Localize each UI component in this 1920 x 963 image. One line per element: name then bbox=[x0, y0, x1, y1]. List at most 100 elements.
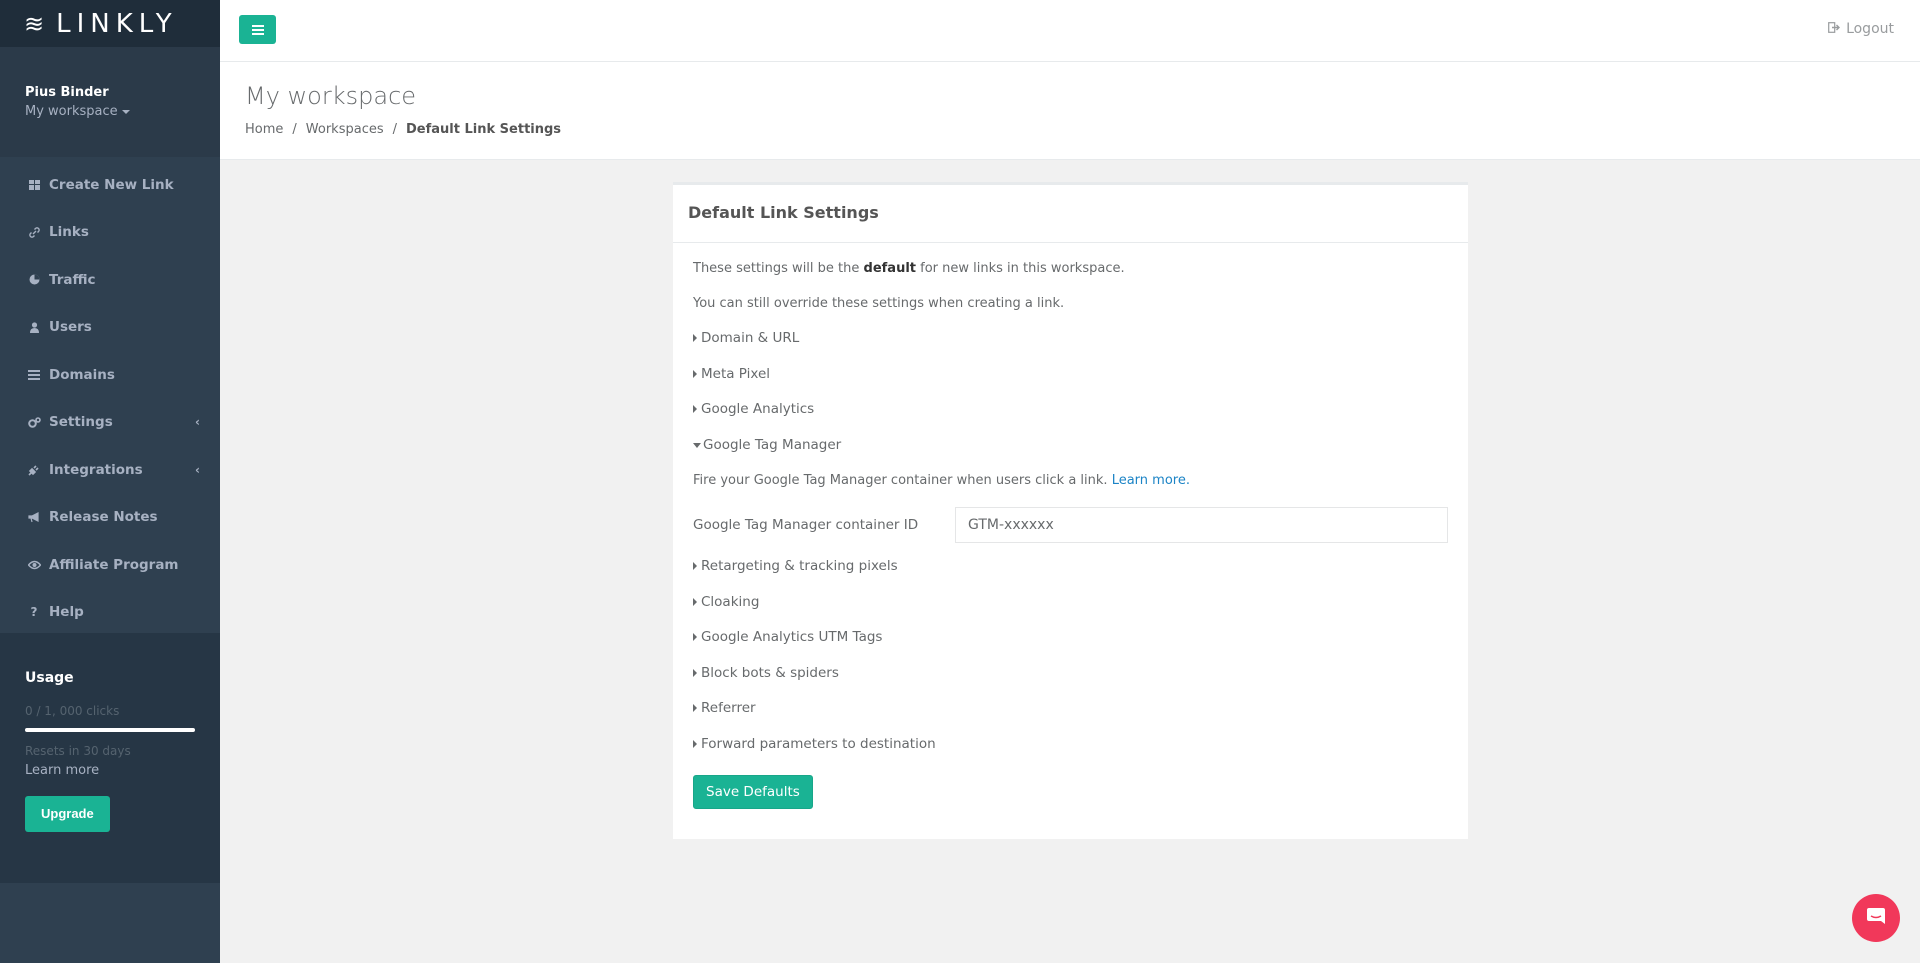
card-title: Default Link Settings bbox=[673, 185, 1468, 243]
section-referrer[interactable]: Referrer bbox=[693, 700, 1448, 736]
section-label: Google Analytics UTM Tags bbox=[701, 629, 883, 645]
section-retargeting[interactable]: Retargeting & tracking pixels bbox=[693, 558, 1448, 594]
section-label: Domain & URL bbox=[701, 330, 800, 346]
gtm-learn-more-link[interactable]: Learn more. bbox=[1112, 473, 1190, 488]
logout-label: Logout bbox=[1846, 21, 1894, 37]
gtm-description: Fire your Google Tag Manager container w… bbox=[693, 472, 1448, 490]
section-forward-parameters[interactable]: Forward parameters to destination bbox=[693, 736, 1448, 772]
sidebar-item-label: Users bbox=[49, 319, 92, 336]
page-heading: My workspace Home / Workspaces / Default Lin… bbox=[220, 62, 1920, 160]
breadcrumb-separator: / bbox=[292, 122, 297, 137]
workspace-dropdown[interactable]: My workspace bbox=[25, 104, 220, 119]
gears-icon bbox=[25, 416, 43, 428]
sidebar-item-label: Settings bbox=[49, 414, 113, 431]
profile-name: Pius Binder bbox=[25, 85, 109, 100]
breadcrumb: Home / Workspaces / Default Link Settings bbox=[245, 122, 1920, 137]
default-link-settings-card: Default Link Settings These settings wil… bbox=[673, 182, 1468, 839]
link-icon bbox=[25, 227, 43, 238]
sidebar-item-label: Release Notes bbox=[49, 509, 158, 526]
caret-right-icon bbox=[693, 668, 697, 677]
breadcrumb-home[interactable]: Home bbox=[245, 122, 283, 137]
override-text: You can still override these settings wh… bbox=[693, 296, 1065, 311]
sidebar-item-help[interactable]: ? Help bbox=[0, 589, 220, 637]
usage-panel: Usage 0 / 1, 000 clicks Resets in 30 day… bbox=[0, 633, 220, 883]
grid-icon bbox=[25, 179, 43, 190]
sign-out-icon bbox=[1828, 22, 1841, 36]
logout-link[interactable]: Logout bbox=[1828, 21, 1894, 37]
card-body: These settings will be the default for n… bbox=[673, 243, 1468, 809]
section-google-tag-manager[interactable]: Google Tag Manager bbox=[693, 437, 1448, 473]
chat-launcher-button[interactable] bbox=[1852, 894, 1900, 942]
sidebar-item-create-new-link[interactable]: Create New Link bbox=[0, 161, 220, 209]
chevron-left-icon: ‹ bbox=[195, 415, 200, 430]
menu-toggle-button[interactable] bbox=[239, 15, 276, 44]
caret-right-icon bbox=[693, 562, 697, 570]
caret-right-icon bbox=[693, 633, 697, 641]
workspace-name: My workspace bbox=[25, 104, 118, 119]
caret-down-icon bbox=[121, 109, 130, 114]
topbar: Logout bbox=[220, 0, 1920, 62]
caret-right-icon bbox=[693, 405, 697, 413]
section-label: Forward parameters to destination bbox=[701, 735, 936, 752]
sidebar-item-users[interactable]: Users bbox=[0, 304, 220, 352]
section-block-bots[interactable]: Block bots & spiders bbox=[693, 665, 1448, 701]
list-icon bbox=[25, 369, 43, 380]
intro-text: These settings will be the default for n… bbox=[693, 260, 1448, 278]
intro-post: for new links in this workspace. bbox=[916, 261, 1125, 276]
section-label: Retargeting & tracking pixels bbox=[701, 558, 898, 574]
logo-waves-icon: ≋ bbox=[24, 9, 45, 38]
sidebar-item-label: Traffic bbox=[49, 271, 96, 288]
usage-progress-bar bbox=[25, 728, 195, 732]
caret-right-icon bbox=[693, 739, 697, 748]
sidebar-item-settings[interactable]: Settings ‹ bbox=[0, 399, 220, 447]
breadcrumb-workspaces[interactable]: Workspaces bbox=[306, 122, 384, 137]
caret-right-icon bbox=[693, 334, 697, 342]
sidebar-item-label: Help bbox=[49, 604, 84, 621]
logo[interactable]: ≋ LINKLY bbox=[0, 0, 220, 47]
sidebar-item-integrations[interactable]: Integrations ‹ bbox=[0, 446, 220, 494]
section-utm-tags[interactable]: Google Analytics UTM Tags bbox=[693, 629, 1448, 665]
sidebar-item-label: Create New Link bbox=[49, 176, 174, 193]
intro-bold: default bbox=[863, 261, 916, 276]
sidebar-item-affiliate-program[interactable]: Affiliate Program bbox=[0, 541, 220, 589]
sidebar-item-label: Integrations bbox=[49, 461, 143, 478]
plug-icon bbox=[25, 464, 43, 476]
section-google-analytics[interactable]: Google Analytics bbox=[693, 401, 1448, 437]
eye-icon bbox=[25, 560, 43, 570]
upgrade-button[interactable]: Upgrade bbox=[25, 796, 110, 832]
section-meta-pixel[interactable]: Meta Pixel bbox=[693, 366, 1448, 402]
breadcrumb-separator: / bbox=[392, 122, 398, 137]
usage-learn-more-link[interactable]: Learn more bbox=[25, 763, 195, 778]
sidebar-nav: Create New Link Links Traffic Users Doma… bbox=[0, 157, 220, 636]
section-label: Meta Pixel bbox=[701, 365, 771, 382]
sidebar-item-traffic[interactable]: Traffic bbox=[0, 256, 220, 304]
caret-right-icon bbox=[693, 369, 697, 378]
section-domain-url[interactable]: Domain & URL bbox=[693, 330, 1448, 366]
section-cloaking[interactable]: Cloaking bbox=[693, 594, 1448, 630]
gtm-description-text: Fire your Google Tag Manager container w… bbox=[693, 473, 1112, 488]
sidebar-item-label: Affiliate Program bbox=[49, 556, 179, 573]
usage-clicks: 0 / 1, 000 clicks bbox=[25, 704, 120, 718]
question-icon: ? bbox=[30, 605, 38, 620]
gtm-form-row: Google Tag Manager container ID bbox=[693, 507, 1448, 543]
profile: Pius Binder My workspace bbox=[0, 47, 220, 157]
breadcrumb-current: Default Link Settings bbox=[406, 122, 562, 137]
gtm-container-label: Google Tag Manager container ID bbox=[693, 517, 919, 533]
usage-resets: Resets in 30 days bbox=[25, 744, 131, 758]
gtm-container-id-input[interactable] bbox=[955, 507, 1448, 543]
chevron-left-icon: ‹ bbox=[195, 462, 200, 477]
section-label: Referrer bbox=[701, 700, 756, 716]
sidebar-item-links[interactable]: Links bbox=[0, 209, 220, 257]
save-defaults-button[interactable]: Save Defaults bbox=[693, 775, 813, 809]
caret-right-icon bbox=[693, 597, 697, 606]
megaphone-icon bbox=[25, 511, 43, 523]
user-icon bbox=[25, 322, 43, 333]
usage-title: Usage bbox=[25, 670, 74, 686]
chat-icon bbox=[1865, 905, 1887, 931]
hamburger-icon bbox=[251, 28, 264, 31]
section-label: Google Tag Manager bbox=[703, 436, 842, 453]
sidebar-item-release-notes[interactable]: Release Notes bbox=[0, 494, 220, 542]
sidebar-item-domains[interactable]: Domains bbox=[0, 351, 220, 399]
caret-down-icon bbox=[693, 442, 701, 448]
section-label: Block bots & spiders bbox=[701, 664, 839, 681]
